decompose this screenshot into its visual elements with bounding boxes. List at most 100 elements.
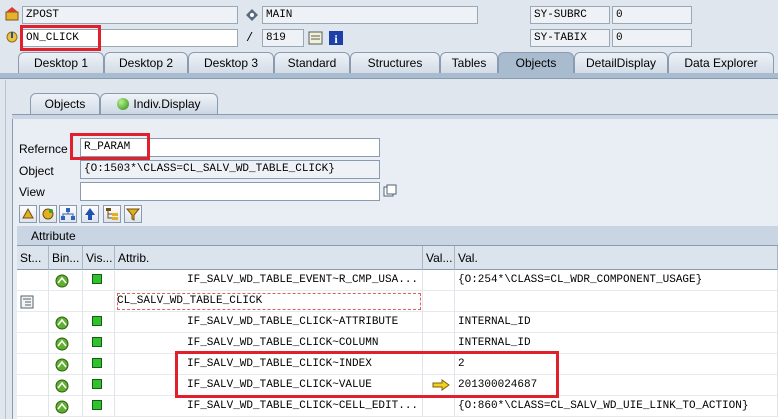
visibility-cell [83,291,115,312]
tool-a-button[interactable] [19,205,37,223]
visibility-cell [83,396,115,417]
navigate-icon [244,7,260,23]
table-row[interactable]: IF_SALV_WD_TABLE_CLICK~CELL_EDIT... {O:86… [17,396,778,417]
hierarchy-button[interactable] [59,205,77,223]
table-row[interactable]: IF_SALV_WD_TABLE_CLICK~INDEX 2 [17,354,778,375]
structure-icon [20,295,34,309]
reference-input[interactable]: R_PARAM [80,138,380,157]
line-separator: / [246,31,254,45]
subtab-objects[interactable]: Objects [30,93,100,115]
tab-strip-underline [0,73,778,79]
column-visibility[interactable]: Vis... [83,246,115,270]
tab-desktop-1[interactable]: Desktop 1 [18,52,104,74]
visible-square-icon [92,379,102,389]
tab-desktop-3[interactable]: Desktop 3 [188,52,274,74]
event-field[interactable]: ON_CLICK [22,29,238,47]
status-cell [17,270,49,291]
value-icon-cell [423,312,455,333]
include-field[interactable]: MAIN [262,6,478,24]
attribute-cell[interactable]: IF_SALV_WD_TABLE_EVENT~R_CMP_USA... [115,270,423,291]
visibility-cell [83,354,115,375]
value-cell[interactable]: INTERNAL_ID [455,312,778,333]
visible-square-icon [92,358,102,368]
view-label: View [19,185,45,199]
public-attribute-icon [55,337,69,351]
public-attribute-icon [55,316,69,330]
tab-objects[interactable]: Objects [498,52,574,74]
tool-b-icon [42,208,54,220]
binding-cell [49,333,83,354]
filter-button[interactable] [124,205,142,223]
column-binding[interactable]: Bin... [49,246,83,270]
subtab-indiv-display[interactable]: Indiv.Display [100,93,218,115]
status-cell [17,396,49,417]
sysfield-value-2[interactable]: 0 [612,29,692,47]
attribute-table: Attribute St... Bin... Vis... Attrib. Va… [17,226,778,419]
tool-a-icon [22,207,34,219]
binding-cell [49,312,83,333]
program-field[interactable]: ZPOST [22,6,238,24]
tab-desktop-2[interactable]: Desktop 2 [104,52,188,74]
binding-cell [49,375,83,396]
visible-square-icon [92,274,102,284]
attribute-cell[interactable]: IF_SALV_WD_TABLE_CLICK~VALUE [115,375,423,396]
value-icon-cell [423,333,455,354]
reference-label: Refernce [19,142,68,156]
tree-button[interactable] [103,205,121,223]
info-icon[interactable]: i [328,30,344,46]
tab-data-explorer[interactable]: Data Explorer [668,52,774,74]
column-value[interactable]: Val. [455,246,778,270]
value-icon-cell [423,396,455,417]
table-row[interactable]: IF_SALV_WD_TABLE_CLICK~COLUMN INTERNAL_ID [17,333,778,354]
value-icon-cell [423,354,455,375]
value-cell[interactable]: INTERNAL_ID [455,333,778,354]
column-attribute[interactable]: Attrib. [115,246,423,270]
public-attribute-icon [55,358,69,372]
table-header: St... Bin... Vis... Attrib. Val... Val. [17,246,778,270]
source-icon[interactable] [308,30,324,46]
value-cell[interactable] [455,291,778,312]
visibility-cell [83,375,115,396]
value-cell[interactable]: 2 [455,354,778,375]
value-cell[interactable]: 201300024687 [455,375,778,396]
view-input[interactable] [80,182,380,201]
binding-cell [49,396,83,417]
status-light-icon [117,98,130,110]
subtab-indiv-display-label: Indiv.Display [133,97,201,111]
table-row[interactable]: CL_SALV_WD_TABLE_CLICK [17,291,778,312]
sysfield-value-1[interactable]: 0 [612,6,692,24]
table-row[interactable]: IF_SALV_WD_TABLE_EVENT~R_CMP_USA... {O:25… [17,270,778,291]
binding-cell [49,354,83,375]
tab-standard[interactable]: Standard [274,52,350,74]
public-attribute-icon [55,274,69,288]
tab-tables[interactable]: Tables [440,52,498,74]
table-row[interactable]: IF_SALV_WD_TABLE_CLICK~ATTRIBUTE INTERNAL… [17,312,778,333]
tool-b-button[interactable] [39,205,57,223]
visible-square-icon [92,337,102,347]
tab-detail-display[interactable]: DetailDisplay [574,52,668,74]
filter-icon [125,208,141,221]
program-icon [4,6,20,22]
attribute-cell[interactable]: CL_SALV_WD_TABLE_CLICK [115,291,423,312]
object-label: Object [19,164,54,178]
status-cell [17,312,49,333]
sysfield-name-1: SY-SUBRC [530,6,610,24]
tab-structures[interactable]: Structures [350,52,440,74]
table-row[interactable]: IF_SALV_WD_TABLE_CLICK~VALUE 201300024687 [17,375,778,396]
up-arrow-icon [85,208,95,220]
line-field[interactable]: 819 [262,29,304,47]
attribute-cell[interactable]: IF_SALV_WD_TABLE_CLICK~ATTRIBUTE [115,312,423,333]
column-status[interactable]: St... [17,246,49,270]
attribute-cell[interactable]: IF_SALV_WD_TABLE_CLICK~INDEX [115,354,423,375]
column-value-icon[interactable]: Val... [423,246,455,270]
attribute-cell[interactable]: IF_SALV_WD_TABLE_CLICK~CELL_EDIT... [115,396,423,417]
binding-cell [49,270,83,291]
visibility-cell [83,333,115,354]
up-arrow-button[interactable] [81,205,99,223]
visible-square-icon [92,400,102,410]
attribute-cell[interactable]: IF_SALV_WD_TABLE_CLICK~COLUMN [115,333,423,354]
value-cell[interactable]: {O:860*\CLASS=CL_SALV_WD_UIE_LINK_TO_ACT… [455,396,778,417]
expand-icon[interactable] [382,183,398,199]
value-cell[interactable]: {O:254*\CLASS=CL_WDR_COMPONENT_USAGE} [455,270,778,291]
status-cell [17,354,49,375]
